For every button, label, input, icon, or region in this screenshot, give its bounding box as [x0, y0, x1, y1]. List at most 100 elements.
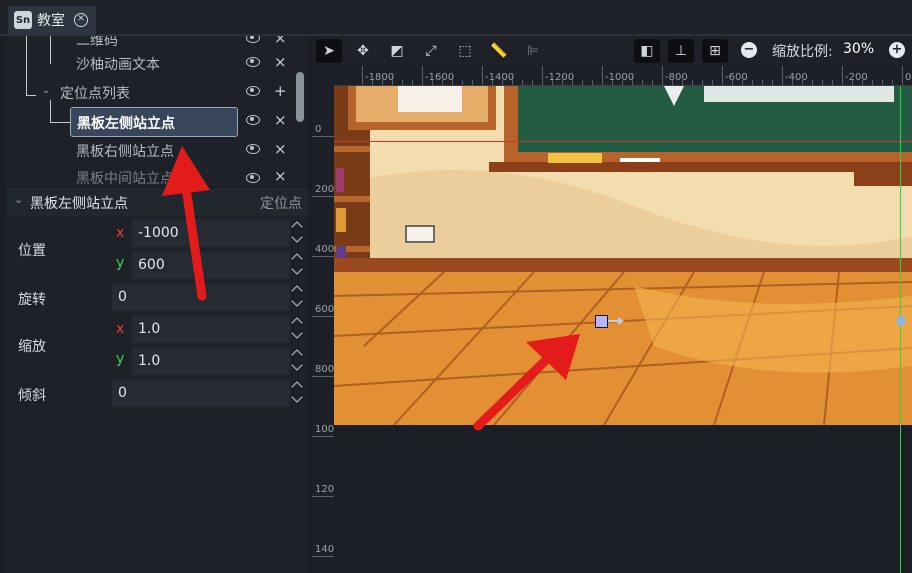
position-y-stepper[interactable]	[291, 251, 304, 279]
skew-input[interactable]: 0	[112, 379, 290, 407]
ruler-tick	[422, 66, 423, 85]
tree-item-anchor-list[interactable]: ⌄ 定位点列表 +	[6, 79, 300, 107]
tree-item[interactable]: 黑板右侧站立点 ×	[6, 137, 300, 165]
ruler-tick	[482, 66, 483, 85]
scene-canvas[interactable]	[334, 86, 912, 425]
ruler-tick	[312, 316, 334, 317]
pivot-icon[interactable]: ⊥	[668, 39, 694, 63]
ruler-tick-label: 0	[315, 124, 322, 135]
ruler-tick-label: 1200	[315, 484, 334, 495]
ruler-tick-label: 800	[315, 364, 334, 375]
ruler-tick	[312, 196, 334, 197]
ruler-tick-label: 1000	[315, 424, 334, 435]
remove-icon[interactable]: ×	[274, 140, 287, 158]
ruler-tick-label: 0	[905, 72, 912, 83]
tree-scrollbar[interactable]	[296, 72, 304, 122]
tree-item-controls: ×	[6, 108, 300, 136]
position-x-input[interactable]: -1000	[132, 219, 290, 247]
scene-tree: 二维码 × 沙柚动画文本 × ⌄ 定位点列表 + 黑板左侧站立点 × 黑板右侧站…	[6, 36, 308, 186]
eye-icon[interactable]	[246, 86, 260, 96]
position-x-axis: x	[116, 225, 125, 241]
position-label: 位置	[18, 243, 46, 259]
ruler-tick	[312, 376, 334, 377]
ruler-tick-label: -400	[785, 72, 808, 83]
tab-classroom[interactable]: Sn 教室 ✕	[8, 6, 96, 34]
anchor-point-handle[interactable]	[595, 315, 608, 328]
ruler-tick	[722, 66, 723, 85]
canvas-empty-area[interactable]	[334, 425, 912, 573]
ruler-tick	[312, 436, 334, 437]
zoom-value: 30%	[843, 41, 875, 57]
guide-line-vertical[interactable]	[900, 86, 901, 573]
anchor-direction-arrow	[608, 317, 624, 325]
rotation-input[interactable]: 0	[112, 283, 290, 311]
zoom-in-button[interactable]: +	[889, 42, 905, 58]
remove-icon[interactable]: ×	[274, 53, 287, 71]
skew-label: 倾斜	[18, 388, 46, 404]
classroom-background	[334, 86, 912, 425]
ruler-tick	[842, 66, 843, 85]
rotate-icon[interactable]: ◩	[384, 39, 410, 63]
eye-icon[interactable]	[246, 115, 260, 125]
scale-y-input[interactable]: 1.0	[132, 347, 290, 375]
ruler-tick	[902, 66, 903, 85]
ruler-tick	[782, 66, 783, 85]
eye-icon[interactable]	[246, 57, 260, 67]
add-icon[interactable]: +	[274, 82, 287, 100]
tree-item[interactable]: 黑板中间站立点 ×	[6, 164, 300, 186]
transform-box-icon[interactable]: ⬚	[452, 39, 478, 63]
ruler-tick-label: -600	[725, 72, 748, 83]
layer-order-icon[interactable]: ◧	[634, 39, 660, 63]
close-circle-icon[interactable]: ✕	[74, 13, 88, 27]
zoom-out-button[interactable]: −	[741, 42, 757, 58]
eye-icon[interactable]	[246, 144, 260, 154]
ruler-tick	[312, 256, 334, 257]
ruler-tick	[312, 556, 334, 557]
scale-x-axis: x	[116, 321, 125, 337]
ruler-tick-label: -1400	[485, 72, 515, 83]
ruler-horizontal: -1800 -1600 -1400 -1200 -1000 -800 -600 -400 -20…	[334, 66, 912, 86]
scale-x-input[interactable]: 1.0	[132, 315, 290, 343]
ruler-tick-label: -1000	[605, 72, 635, 83]
position-x-stepper[interactable]	[291, 219, 304, 247]
tab-bar: Sn 教室 ✕	[0, 0, 912, 36]
eye-icon[interactable]	[246, 36, 260, 43]
chevron-down-icon[interactable]: ⌄	[14, 193, 23, 206]
ruler-tick-label: 1400	[315, 544, 334, 555]
ruler-tick-label: 200	[315, 184, 334, 195]
scale-x-stepper[interactable]	[291, 315, 304, 343]
app-logo: Sn	[14, 11, 32, 29]
guide-line-horizontal	[334, 141, 912, 142]
add-frame-icon[interactable]: ⊞	[702, 39, 728, 63]
remove-icon[interactable]: ×	[274, 111, 287, 129]
pointer-icon[interactable]: ➤	[316, 39, 342, 63]
move-icon[interactable]: ✥	[350, 39, 376, 63]
rotation-stepper[interactable]	[291, 283, 304, 311]
scale-icon[interactable]: ⤢	[418, 39, 444, 63]
rotation-label: 旋转	[18, 292, 46, 308]
ruler-tick-label: -800	[665, 72, 688, 83]
skew-stepper[interactable]	[291, 379, 304, 407]
ruler-tick-label: -200	[845, 72, 868, 83]
tree-item[interactable]: 沙柚动画文本 ×	[6, 50, 300, 78]
ruler-tick-label: 400	[315, 244, 334, 255]
ruler-tick-label: -1200	[545, 72, 575, 83]
align-icon[interactable]: ⊫	[520, 39, 546, 63]
remove-icon[interactable]: ×	[274, 167, 287, 185]
ruler-icon[interactable]: 📏	[486, 39, 512, 63]
zoom-label: 缩放比例:	[772, 44, 833, 60]
scale-y-axis: y	[116, 351, 125, 367]
ruler-tick-label: -1800	[365, 72, 395, 83]
ruler-tick	[312, 136, 334, 137]
canvas-origin-marker	[896, 316, 906, 326]
remove-icon[interactable]: ×	[274, 36, 287, 47]
properties-header[interactable]: ⌄ 黑板左侧站立点 定位点	[6, 188, 308, 216]
scale-label: 缩放	[18, 339, 46, 355]
chevron-down-icon[interactable]: ⌄	[42, 85, 50, 96]
scale-y-stepper[interactable]	[291, 347, 304, 375]
eye-icon[interactable]	[246, 173, 260, 183]
position-y-input[interactable]: 600	[132, 251, 290, 279]
ruler-tick	[312, 496, 334, 497]
properties-type: 定位点	[260, 196, 302, 212]
tab-title: 教室	[37, 13, 65, 29]
